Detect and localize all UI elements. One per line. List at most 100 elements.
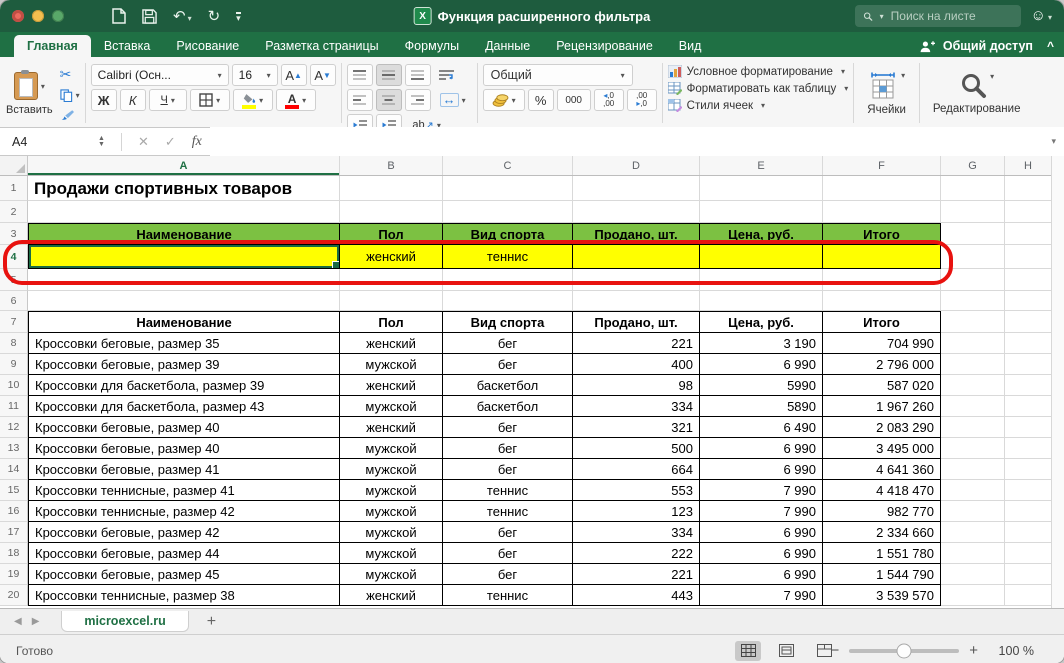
cell-A13[interactable]: Кроссовки беговые, размер 40 [28,438,340,459]
cell-G12[interactable] [941,417,1005,438]
cell-C12[interactable]: бег [443,417,573,438]
cell-E18[interactable]: 6 990 [700,543,823,564]
currency-format-button[interactable]: ▾ [483,89,525,111]
cell-H17[interactable] [1005,522,1052,543]
font-size-select[interactable]: 16▾ [232,64,278,86]
cell-D4[interactable] [573,245,700,269]
cell-A6[interactable] [28,291,340,311]
cell-F6[interactable] [823,291,941,311]
name-box-stepper[interactable]: ▲▼ [98,136,105,148]
criteria-header-E3[interactable]: Цена, руб. [700,223,823,245]
cell-E10[interactable]: 5990 [700,375,823,396]
cell-C9[interactable]: бег [443,354,573,375]
cell-D14[interactable]: 664 [573,459,700,480]
cell-G10[interactable] [941,375,1005,396]
row-header-19[interactable]: 19 [0,564,28,585]
cell-D8[interactable]: 221 [573,333,700,354]
decrease-font-button[interactable]: A▼ [310,64,336,86]
minimize-button[interactable] [32,10,44,22]
format-as-table-button[interactable]: Форматировать как таблицу▾ [668,82,849,95]
cell-E15[interactable]: 7 990 [700,480,823,501]
cell-F9[interactable]: 2 796 000 [823,354,941,375]
row-header-15[interactable]: 15 [0,480,28,501]
cell-D12[interactable]: 321 [573,417,700,438]
row-header-5[interactable]: 5 [0,269,28,291]
increase-decimal-button[interactable]: ◂,0,00 [594,89,624,111]
paste-button[interactable]: ▾ Вставить [6,72,53,116]
cell-B1[interactable] [340,176,443,201]
cell-C6[interactable] [443,291,573,311]
cell-B19[interactable]: мужской [340,564,443,585]
cell-G16[interactable] [941,501,1005,522]
search-scope-dropdown-icon[interactable]: ▾ [880,12,884,21]
cell-E9[interactable]: 6 990 [700,354,823,375]
increase-font-button[interactable]: A▲ [281,64,307,86]
cell-G4[interactable] [941,245,1005,269]
cell-G17[interactable] [941,522,1005,543]
cell-B5[interactable] [340,269,443,291]
table-header-C7[interactable]: Вид спорта [443,311,573,333]
cells-dropdown-icon[interactable]: ▾ [901,71,905,80]
cell-H14[interactable] [1005,459,1052,480]
cell-G15[interactable] [941,480,1005,501]
cell-F20[interactable]: 3 539 570 [823,585,941,606]
cancel-icon[interactable]: ✕ [138,134,149,150]
cell-E14[interactable]: 6 990 [700,459,823,480]
cell-F15[interactable]: 4 418 470 [823,480,941,501]
cell-H8[interactable] [1005,333,1052,354]
name-box[interactable]: A4 [0,135,98,149]
share-button[interactable]: Общий доступ [943,39,1033,53]
merge-dropdown-icon[interactable]: ▾ [462,96,466,105]
cell-C19[interactable]: бег [443,564,573,585]
page-layout-view-button[interactable] [773,641,799,661]
cell-B17[interactable]: мужской [340,522,443,543]
vertical-scrollbar[interactable] [1051,156,1064,608]
cell-F8[interactable]: 704 990 [823,333,941,354]
cell-H10[interactable] [1005,375,1052,396]
cell-C4[interactable]: теннис [443,245,573,269]
redo-icon[interactable]: ↻ [208,7,221,25]
cell-D2[interactable] [573,201,700,223]
cell-E6[interactable] [700,291,823,311]
cell-B16[interactable]: мужской [340,501,443,522]
cell-B2[interactable] [340,201,443,223]
table-header-A7[interactable]: Наименование [28,311,340,333]
paste-dropdown-icon[interactable]: ▾ [41,82,45,91]
cell-F18[interactable]: 1 551 780 [823,543,941,564]
borders-button[interactable]: ▾ [190,89,230,111]
cell-G13[interactable] [941,438,1005,459]
cell-D6[interactable] [573,291,700,311]
cell-G19[interactable] [941,564,1005,585]
cell-F19[interactable]: 1 544 790 [823,564,941,585]
save-icon[interactable] [142,9,157,24]
close-button[interactable] [12,10,24,22]
row-header-3[interactable]: 3 [0,223,28,245]
cell-F4[interactable] [823,245,941,269]
cell-E2[interactable] [700,201,823,223]
cell-E8[interactable]: 3 190 [700,333,823,354]
tab-Вид[interactable]: Вид [666,35,715,57]
cell-D5[interactable] [573,269,700,291]
row-header-20[interactable]: 20 [0,585,28,606]
cell-B12[interactable]: женский [340,417,443,438]
criteria-header-A3[interactable]: Наименование [28,223,340,245]
format-painter-button[interactable] [60,107,80,124]
cell-C17[interactable]: бег [443,522,573,543]
prev-sheet-icon[interactable]: ◀ [14,616,22,627]
cell-B10[interactable]: женский [340,375,443,396]
tab-Главная[interactable]: Главная [14,35,91,57]
column-header-B[interactable]: B [340,156,443,175]
cell-G7[interactable] [941,311,1005,333]
number-format-select[interactable]: Общий▾ [483,64,633,86]
bold-button[interactable]: Ж [91,89,117,111]
cell-F16[interactable]: 982 770 [823,501,941,522]
cell-D19[interactable]: 221 [573,564,700,585]
column-header-E[interactable]: E [700,156,823,175]
wrap-text-button[interactable] [434,64,460,86]
italic-button[interactable]: К [120,89,146,111]
cell-A18[interactable]: Кроссовки беговые, размер 44 [28,543,340,564]
cell-G18[interactable] [941,543,1005,564]
cell-A4[interactable] [28,245,340,269]
cell-B13[interactable]: мужской [340,438,443,459]
tab-Данные[interactable]: Данные [472,35,543,57]
